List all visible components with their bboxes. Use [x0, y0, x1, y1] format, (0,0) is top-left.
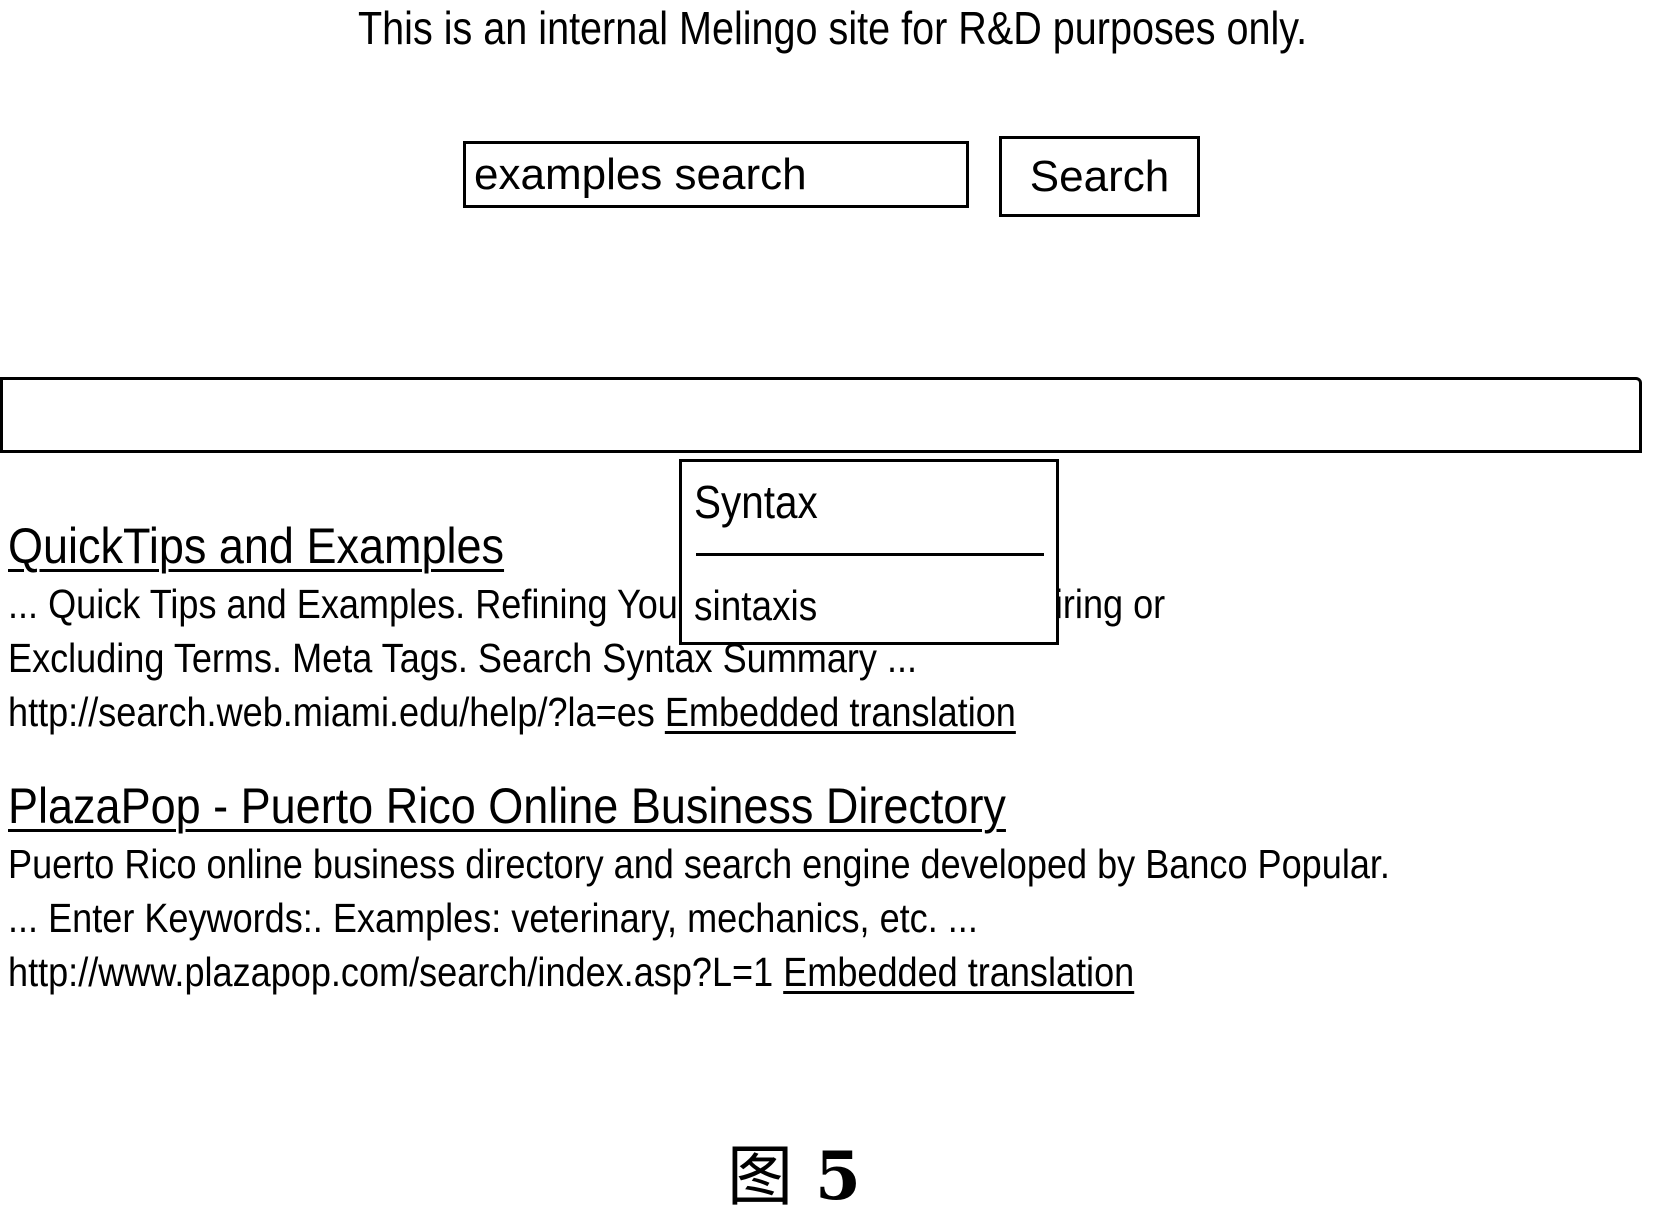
translation-popup: Syntax sintaxis: [679, 459, 1059, 645]
result-url-line: http://www.plazapop.com/search/index.asp…: [8, 945, 1469, 999]
result-title-link[interactable]: PlazaPop - Puerto Rico Online Business D…: [8, 775, 1006, 837]
result-url: http://search.web.miami.edu/help/?la=es: [8, 689, 655, 735]
result-snippet-line: Puerto Rico online business directory an…: [8, 841, 1390, 887]
embedded-translation-link[interactable]: Embedded translation: [665, 689, 1016, 735]
popup-divider: [696, 553, 1044, 556]
popup-source-term[interactable]: Syntax: [694, 474, 818, 530]
embedded-translation-link[interactable]: Embedded translation: [783, 949, 1134, 995]
search-button[interactable]: Search: [999, 136, 1200, 217]
internal-site-notice: This is an internal Melingo site for R&D…: [357, 2, 1308, 54]
result-bar: [0, 377, 1642, 453]
result-url-line: http://search.web.miami.edu/help/?la=es …: [8, 685, 1469, 739]
figure-char: 图: [727, 1138, 793, 1215]
result-snippet-line: ... Enter Keywords:. Examples: veterinar…: [8, 895, 978, 941]
search-input[interactable]: [463, 141, 969, 208]
figure-number: 5: [815, 1137, 861, 1215]
popup-translation[interactable]: sintaxis: [694, 580, 817, 632]
result-url: http://www.plazapop.com/search/index.asp…: [8, 949, 774, 995]
result-item: PlazaPop - Puerto Rico Online Business D…: [8, 775, 1665, 999]
figure-caption: 图5: [727, 1137, 861, 1216]
result-title-link[interactable]: QuickTips and Examples: [8, 515, 504, 577]
